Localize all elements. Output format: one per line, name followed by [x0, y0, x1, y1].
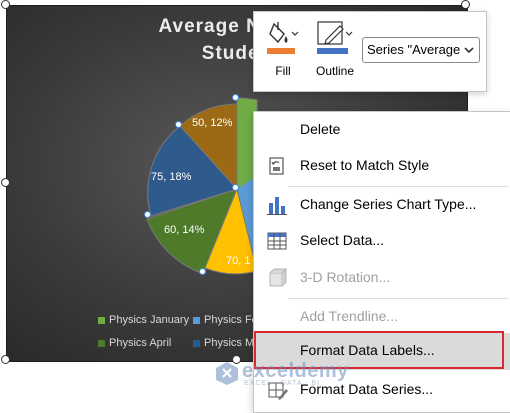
cube-icon [266, 267, 288, 289]
pencil-outline-icon [317, 21, 353, 54]
exceldemy-logo-icon [216, 362, 238, 385]
mini-toolbar: Fill Outline Series "Average [253, 11, 487, 92]
legend-item: Physics April [98, 337, 171, 349]
reset-style-icon [266, 155, 288, 177]
menu-item-reset-style[interactable]: Reset to Match Style [254, 148, 510, 185]
legend-label: Physics Fe [204, 314, 258, 326]
series-select[interactable]: Series "Average [362, 37, 480, 63]
menu-item-label: 3-D Rotation... [300, 269, 391, 285]
point-handle[interactable] [144, 211, 151, 218]
watermark: exceldemy EXCEL · DATA · BI [212, 358, 382, 388]
chevron-down-icon [463, 42, 475, 61]
outline-button[interactable]: Outline [312, 18, 358, 88]
point-handle[interactable] [175, 121, 182, 128]
menu-item-label: Delete [300, 121, 341, 137]
legend-swatch [98, 316, 105, 324]
legend-label: Physics M [204, 337, 255, 349]
data-label-2[interactable]: 75, 18% [151, 171, 191, 183]
fill-label: Fill [275, 64, 291, 78]
resize-handle-bottom-left[interactable] [1, 355, 10, 364]
legend-label: Physics April [109, 337, 172, 349]
menu-item-label: Change Series Chart Type... [300, 196, 477, 212]
resize-handle-top-right[interactable] [461, 0, 470, 9]
data-label-4[interactable]: 70, 1 [226, 255, 250, 267]
series-select-value: Series "Average [367, 42, 461, 57]
menu-item-label: Add Trendline... [300, 308, 399, 324]
legend-swatch [98, 339, 105, 347]
legend-item: Physics Fe [193, 314, 258, 326]
fill-button[interactable]: Fill [264, 18, 302, 88]
legend-label: Physics January [109, 314, 190, 326]
outline-label: Outline [315, 64, 355, 78]
resize-handle-left[interactable] [1, 178, 10, 187]
menu-item-change-chart-type[interactable]: Change Series Chart Type... [254, 187, 510, 224]
legend-swatch [193, 316, 200, 324]
point-handle[interactable] [232, 94, 239, 101]
menu-item-label: Reset to Match Style [300, 157, 430, 173]
point-handle[interactable] [199, 268, 206, 275]
table-grid-icon [266, 230, 288, 252]
paint-bucket-icon [267, 22, 299, 54]
menu-item-select-data[interactable]: Select Data... [254, 223, 510, 260]
resize-handle-top-left[interactable] [1, 0, 10, 9]
menu-item-delete[interactable]: Delete [254, 112, 510, 149]
watermark-sub: EXCEL · DATA · BI [244, 380, 320, 387]
data-label-1[interactable]: 50, 12% [192, 117, 232, 129]
legend-item: Physics M [193, 337, 254, 349]
legend-item: Physics January [98, 314, 189, 326]
menu-item-label: Select Data... [300, 232, 385, 248]
bar-chart-icon [266, 194, 288, 216]
legend-swatch [193, 339, 200, 347]
menu-item-3d-rotation: 3-D Rotation... [254, 260, 510, 297]
point-handle[interactable] [232, 184, 239, 191]
data-label-3[interactable]: 60, 14% [164, 224, 204, 236]
